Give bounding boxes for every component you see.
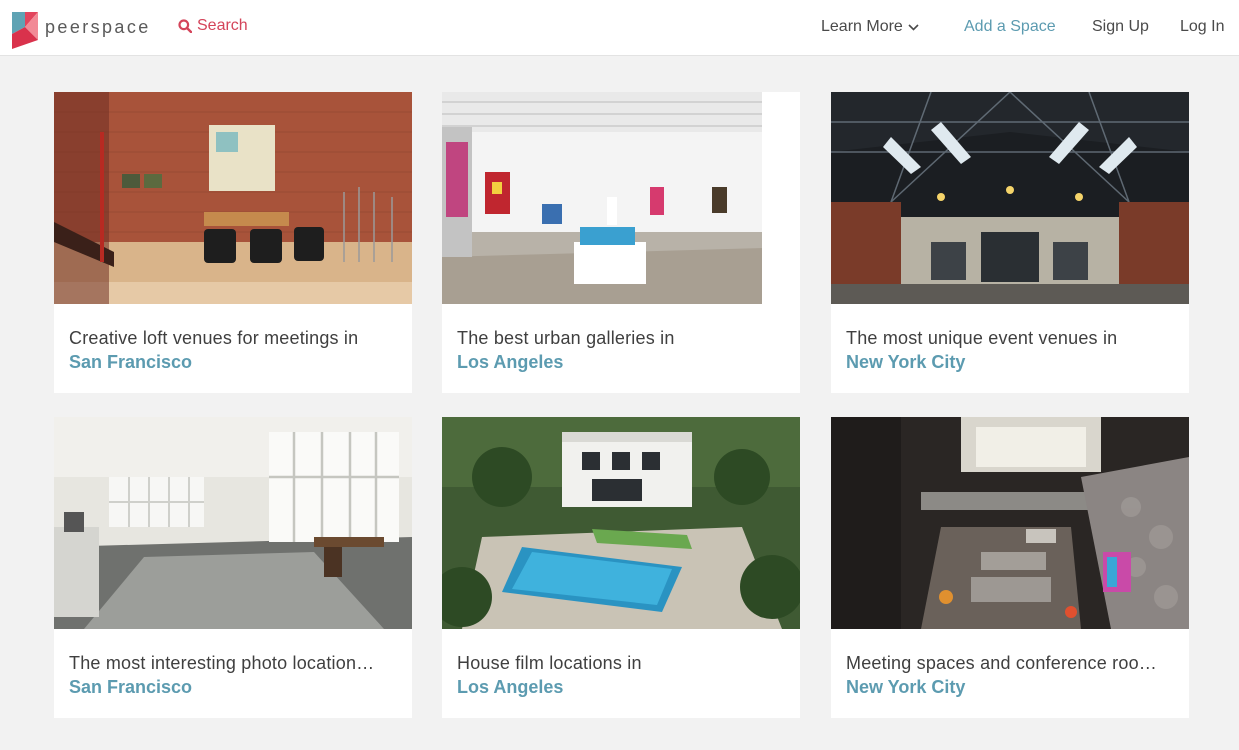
search-label: Search xyxy=(197,17,248,34)
card-caption: The best urban galleries in Los Angeles xyxy=(457,326,787,374)
venue-card[interactable]: The most unique event venues in New York… xyxy=(831,92,1189,393)
card-headline: The most unique event venues in xyxy=(846,328,1118,348)
card-city-link[interactable]: Los Angeles xyxy=(457,350,787,374)
search-icon xyxy=(178,19,192,33)
card-caption: Creative loft venues for meetings in San… xyxy=(69,326,399,374)
chevron-down-icon xyxy=(908,23,919,31)
card-city-link[interactable]: Los Angeles xyxy=(457,675,787,699)
card-caption: The most interesting photo location… San… xyxy=(69,651,399,699)
card-caption: The most unique event venues in New York… xyxy=(846,326,1176,374)
peerspace-logo-icon[interactable] xyxy=(12,12,38,49)
log-in-link[interactable]: Log In xyxy=(1180,18,1224,36)
venue-photo xyxy=(831,92,1189,304)
card-caption: House film locations in Los Angeles xyxy=(457,651,787,699)
card-city-link[interactable]: New York City xyxy=(846,675,1176,699)
venue-photo xyxy=(54,417,412,629)
card-headline: The best urban galleries in xyxy=(457,328,675,348)
add-a-space-link[interactable]: Add a Space xyxy=(964,18,1056,36)
venue-photo xyxy=(442,417,800,629)
sign-up-link[interactable]: Sign Up xyxy=(1092,18,1149,36)
card-headline: Creative loft venues for meetings in xyxy=(69,328,359,348)
card-city-link[interactable]: New York City xyxy=(846,350,1176,374)
card-headline: The most interesting photo location… xyxy=(69,653,375,673)
venue-photo xyxy=(442,92,800,304)
card-headline: House film locations in xyxy=(457,653,642,673)
venue-card[interactable]: The most interesting photo location… San… xyxy=(54,417,412,718)
learn-more-dropdown[interactable]: Learn More xyxy=(821,18,919,36)
card-headline: Meeting spaces and conference roo… xyxy=(846,653,1157,673)
learn-more-label: Learn More xyxy=(821,18,903,35)
brand-wordmark[interactable]: peerspace xyxy=(45,17,151,38)
card-city-link[interactable]: San Francisco xyxy=(69,675,399,699)
card-city-link[interactable]: San Francisco xyxy=(69,350,399,374)
top-navbar: peerspace Search Learn More Add a Space … xyxy=(0,0,1239,56)
venue-card[interactable]: Meeting spaces and conference roo… New Y… xyxy=(831,417,1189,718)
venue-card[interactable]: Creative loft venues for meetings in San… xyxy=(54,92,412,393)
venue-card[interactable]: The best urban galleries in Los Angeles xyxy=(442,92,800,393)
venue-photo xyxy=(831,417,1189,629)
venue-photo xyxy=(54,92,412,304)
venue-card[interactable]: House film locations in Los Angeles xyxy=(442,417,800,718)
search-link[interactable]: Search xyxy=(178,17,248,35)
card-caption: Meeting spaces and conference roo… New Y… xyxy=(846,651,1176,699)
